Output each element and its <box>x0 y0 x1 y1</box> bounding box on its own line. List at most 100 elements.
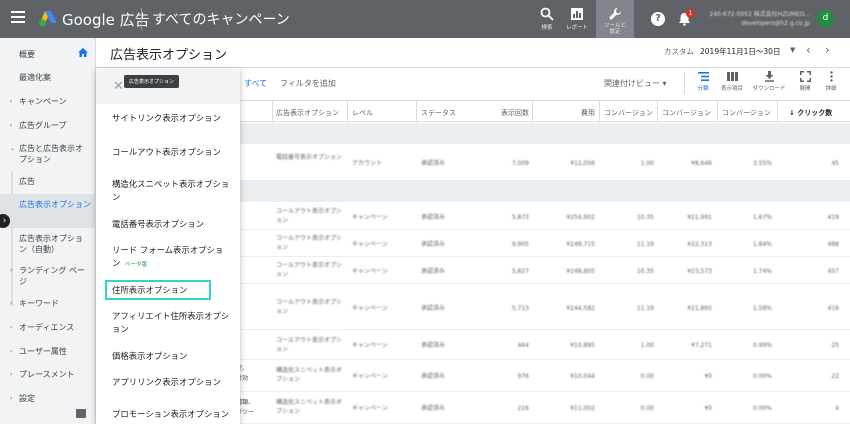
sidebar-item-demographics[interactable]: › ユーザー属性 <box>0 346 96 357</box>
extension-cell: コールアウト表示オプション <box>276 337 343 353</box>
report-icon <box>571 8 583 20</box>
chevron-down-icon[interactable]: ▼ <box>790 46 795 54</box>
segment-icon <box>697 72 709 81</box>
column-header-clicks[interactable]: ↓ クリック数 <box>789 108 832 118</box>
filter-all-chip[interactable]: ：すべて <box>236 78 267 89</box>
chevron-right-icon[interactable]: › <box>825 43 830 57</box>
divider <box>416 100 417 122</box>
sidebar-item-ads-extensions[interactable]: ⌄ 広告と広告表示オプション <box>0 143 88 165</box>
sidebar-item-settings[interactable]: › 設定 <box>0 393 96 404</box>
conversions-cell: 10.35 <box>636 268 654 275</box>
column-header[interactable]: 費用 <box>546 108 595 118</box>
status-cell: 承認済み <box>421 214 446 221</box>
page-title: 広告表示オプション <box>110 48 228 63</box>
search-button[interactable]: 検索 <box>533 0 561 38</box>
divider <box>777 100 778 122</box>
brand-divider <box>141 8 142 30</box>
sidebar-item-placements[interactable]: › プレースメント <box>0 369 96 380</box>
column-header[interactable]: レベル <box>352 108 373 118</box>
columns-label: 表示項目 <box>720 86 743 92</box>
columns-button[interactable]: 表示項目 <box>718 71 746 92</box>
brand-name[interactable]: Google 広告 <box>62 9 150 30</box>
menu-item-lead-form[interactable]: リード フォーム表示オプション ベータ版 <box>112 244 230 272</box>
sidebar-item-campaigns[interactable]: › キャンペーン <box>0 96 96 107</box>
sidebar: 概要 最適化案 › キャンペーン › 広告グループ ⌄ 広告と広告表示オプション… <box>0 38 96 424</box>
expand-button[interactable]: 展開 <box>794 71 816 92</box>
conversions-cell: 0.00 <box>640 405 654 412</box>
sidebar-item-keywords[interactable]: › キーワード <box>0 298 96 309</box>
divider <box>657 100 658 122</box>
feedback-icon[interactable] <box>76 409 86 418</box>
impressions-cell: 216 <box>517 405 529 412</box>
sidebar-item-label: オーディエンス <box>19 323 75 332</box>
column-header[interactable]: 広告表示オプション <box>276 108 339 118</box>
home-icon <box>78 48 88 57</box>
segment-button[interactable]: 分類 <box>692 71 714 92</box>
google-ads-logo[interactable] <box>38 10 58 28</box>
avatar[interactable]: d <box>817 10 834 27</box>
conversion-rate-cell: 1.58% <box>752 305 772 312</box>
menu-icon[interactable] <box>11 11 25 25</box>
status-cell: 承認済み <box>421 373 446 380</box>
sidebar-item-label: 概要 <box>19 50 35 59</box>
sidebar-item-ads[interactable]: 広告 <box>0 176 96 187</box>
cost-per-conversion-cell: ¥8,646 <box>691 160 712 167</box>
campaign-title[interactable]: すべてのキャンペーン <box>152 9 290 29</box>
cost-per-conversion-cell: ¥21,991 <box>687 214 712 221</box>
sidebar-item-ad-extensions[interactable]: 広告表示オプション <box>0 194 96 228</box>
conversions-cell: 0.00 <box>640 373 654 380</box>
more-button[interactable]: 詳細 <box>822 71 840 92</box>
sidebar-item-landing-pages[interactable]: › ランディング ページ <box>0 265 88 287</box>
sidebar-item-ad-groups[interactable]: › 広告グループ <box>0 120 96 131</box>
tools-settings-button[interactable]: ツールと 設定 <box>596 0 634 38</box>
help-icon[interactable]: ? <box>651 12 665 26</box>
column-header[interactable]: 表示回数 <box>486 108 529 118</box>
column-header[interactable]: コンバージョン <box>604 108 653 118</box>
conversion-rate-cell: 0.00% <box>752 373 772 380</box>
cost-per-conversion-cell: ¥7,271 <box>691 342 712 349</box>
menu-item-call[interactable]: 電話番号表示オプション <box>112 218 230 231</box>
conversion-rate-cell: 1.74% <box>752 268 772 275</box>
wrench-icon <box>609 8 621 20</box>
date-range-value[interactable]: 2019年11月1日〜30日 <box>700 46 780 57</box>
date-range-label[interactable]: カスタム <box>664 46 694 57</box>
column-header[interactable]: コンバージョン <box>662 108 711 118</box>
related-view-dropdown[interactable]: 関連付けビュー ▾ <box>604 78 667 89</box>
conversion-rate-cell: 0.99% <box>752 342 772 349</box>
cost-per-conversion-cell: ¥0 <box>704 373 712 380</box>
chevron-right-icon: › <box>10 98 13 105</box>
menu-item-affiliate-location[interactable]: アフィリエイト住所表示オプション <box>112 310 230 336</box>
menu-item-price[interactable]: 価格表示オプション <box>112 350 230 363</box>
menu-item-promotion[interactable]: プロモーション表示オプション <box>112 408 230 421</box>
cost-cell: ¥254,902 <box>566 214 595 221</box>
account-id: 240-672-0052 株式会社HZUMEO... <box>709 11 810 18</box>
chevron-right-icon: › <box>10 395 13 402</box>
download-button[interactable]: ダウンロード <box>750 71 788 92</box>
menu-item-sitelink[interactable]: サイトリンク表示オプション <box>112 112 230 125</box>
extension-cell: コールアウト表示オプション <box>276 235 343 251</box>
column-header[interactable]: コンバージョン <box>722 108 771 118</box>
conversions-cell: 1.00 <box>640 342 654 349</box>
report-button[interactable]: レポート <box>562 0 592 38</box>
level-cell: キャンペーン <box>352 268 388 275</box>
chevron-left-icon[interactable]: ‹ <box>806 43 811 57</box>
sidebar-item-audiences[interactable]: › オーディエンス <box>0 322 96 333</box>
notification-badge: 1 <box>686 9 695 18</box>
add-filter-button[interactable]: フィルタを追加 <box>280 78 336 89</box>
chevron-right-icon: › <box>10 371 13 378</box>
extension-cell: コールアウト表示オプション <box>276 299 343 315</box>
download-icon <box>764 71 774 82</box>
clicks-cell: 419 <box>827 214 839 221</box>
account-info[interactable]: 240-672-0052 株式会社HZUMEO... developers@h2… <box>700 10 810 28</box>
column-header[interactable]: ステータス <box>421 108 456 118</box>
sidebar-item-recommendations[interactable]: 最適化案 <box>0 72 96 83</box>
download-label: ダウンロード <box>752 86 786 92</box>
close-icon[interactable]: ✕ <box>113 79 124 94</box>
menu-item-callout[interactable]: コールアウト表示オプション <box>112 146 230 159</box>
menu-item-app[interactable]: アプリリンク表示オプション <box>112 376 230 389</box>
menu-item-structured-snippet[interactable]: 構造化スニペット表示オプション <box>112 178 230 204</box>
cost-per-conversion-cell: ¥22,313 <box>687 241 712 248</box>
status-cell: 承認済み <box>421 342 446 349</box>
sidebar-item-auto-extensions[interactable]: 広告表示オプション（自動） <box>0 233 88 255</box>
status-cell: 承認済み <box>421 405 446 412</box>
